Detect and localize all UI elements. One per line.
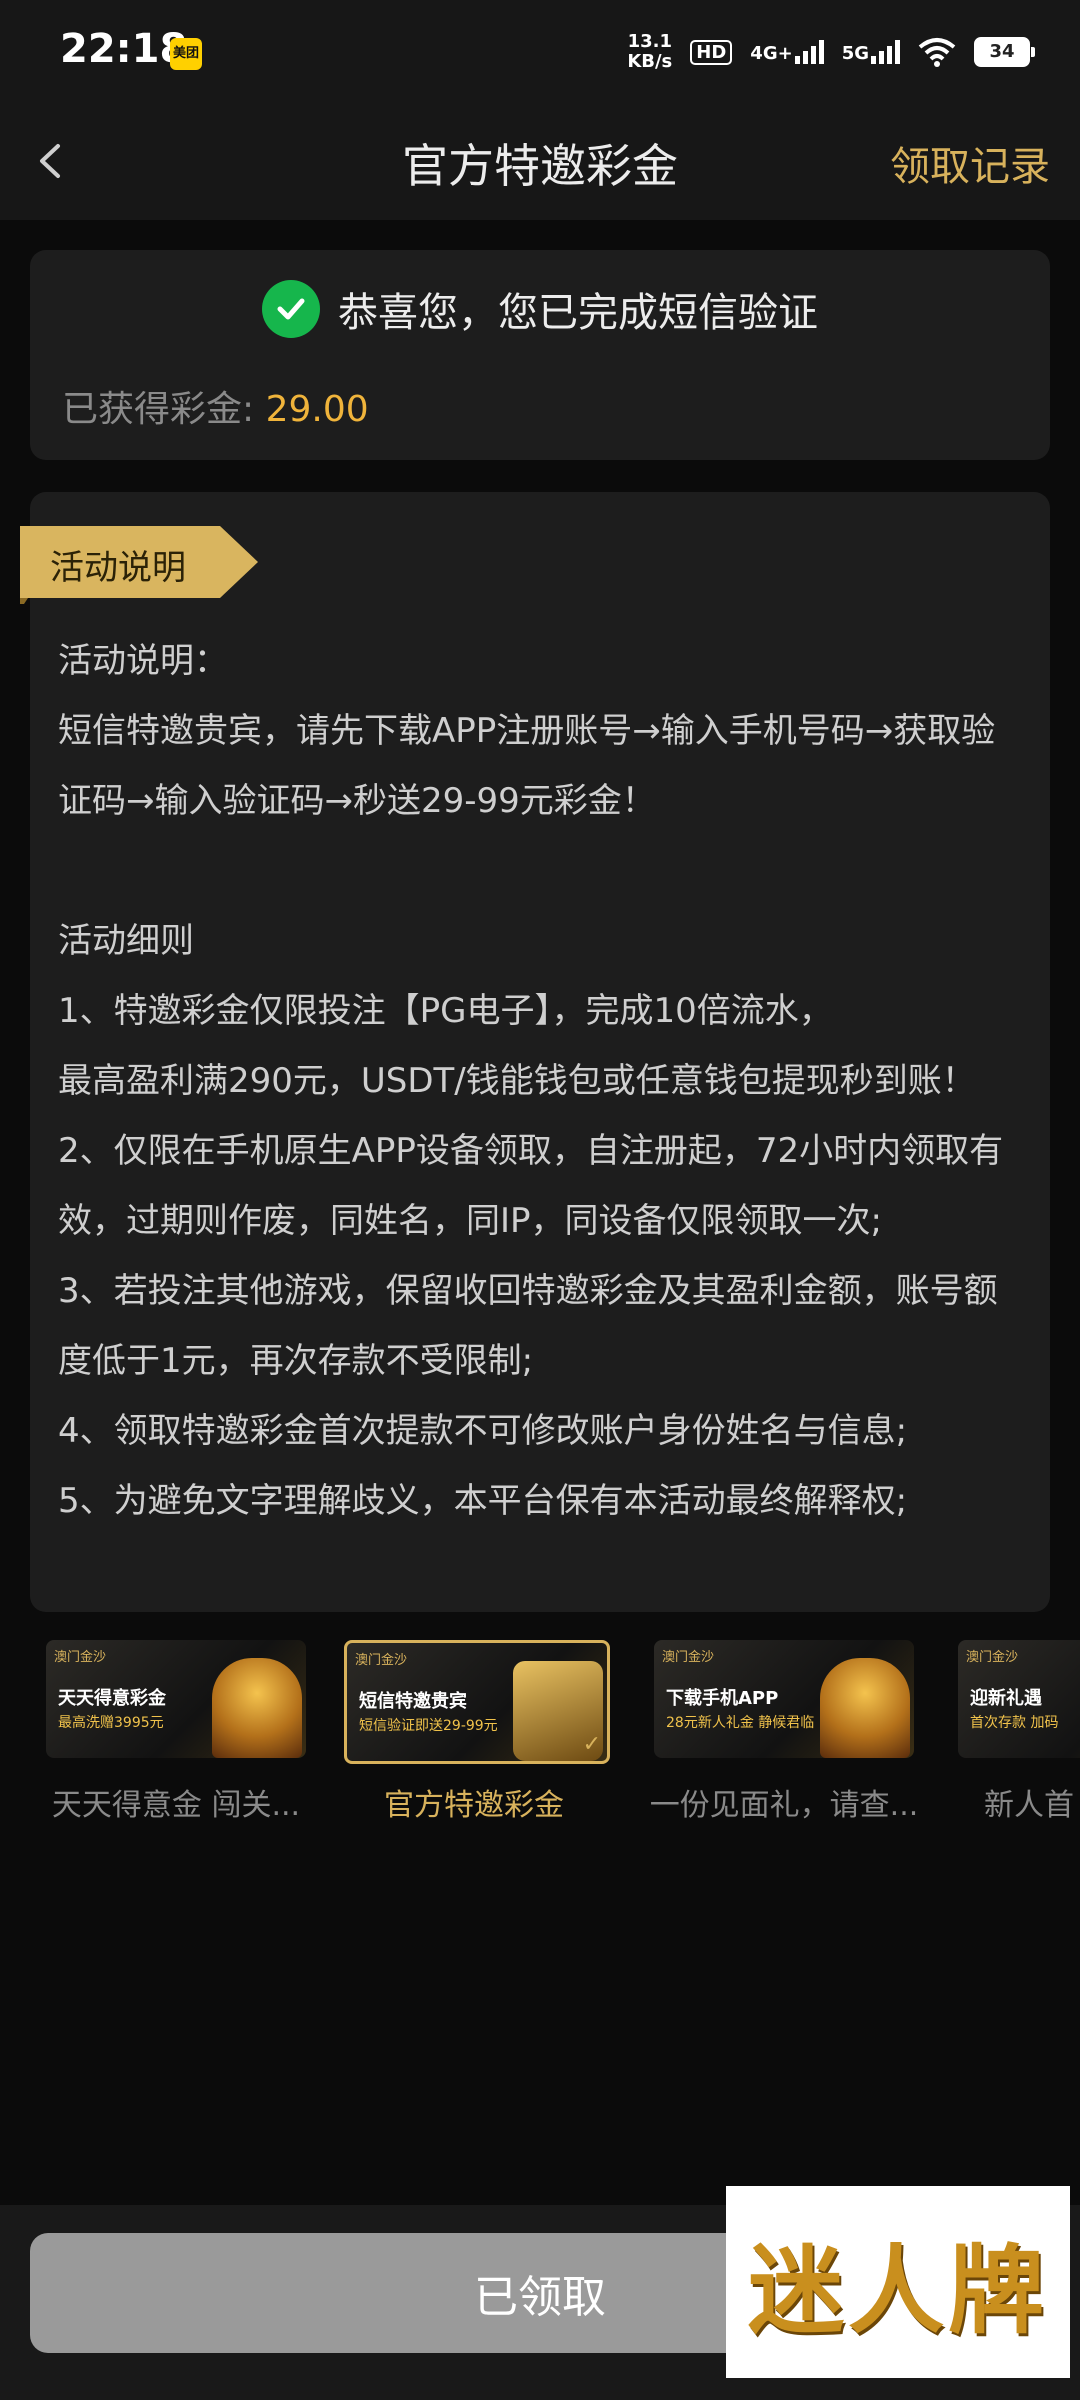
desc-line: 活动说明： bbox=[58, 641, 228, 681]
banner-caption-selected[interactable]: 官方特邀彩金 bbox=[334, 1780, 614, 1824]
meituan-icon: 美团 bbox=[170, 38, 202, 70]
promo-banner-new-user[interactable]: 澳门金沙 迎新礼遇 首次存款 加码 bbox=[958, 1640, 1080, 1758]
desc-line: 1、特邀彩金仅限投注【PG电子】，完成10倍流水， bbox=[58, 991, 833, 1031]
net-speed: 13.1 KB/s bbox=[627, 31, 673, 72]
earned-bonus: 已获得彩金: 29.00 bbox=[62, 380, 369, 432]
desc-line bbox=[58, 836, 1018, 906]
ribbon-label: 活动说明 bbox=[50, 548, 186, 588]
nav-header: 官方特邀彩金 领取记录 bbox=[0, 100, 1080, 220]
earned-amount: 29.00 bbox=[265, 389, 369, 430]
banner-caption[interactable]: 新人首 bbox=[984, 1780, 1080, 1824]
watermark-logo: 迷人牌 bbox=[726, 2186, 1070, 2378]
promo-banner-sms-vip[interactable]: 澳门金沙 短信特邀贵宾 短信验证即送29-99元 ✓ bbox=[344, 1640, 610, 1764]
activity-ribbon: 活动说明 bbox=[20, 520, 260, 604]
promo-banner-daily[interactable]: 澳门金沙 天天得意彩金 最高洗赠3995元 bbox=[46, 1640, 306, 1758]
banner-caption[interactable]: 天天得意金 闯关... bbox=[36, 1780, 316, 1824]
status-time: 22:18 bbox=[60, 26, 188, 72]
desc-line: 活动细则 bbox=[58, 921, 194, 961]
verification-success-card: 恭喜您，您已完成短信验证 已获得彩金: 29.00 bbox=[30, 250, 1050, 460]
status-indicators: 13.1 KB/s HD 4G+ 5G 34 bbox=[627, 30, 1035, 74]
wifi-icon bbox=[918, 38, 956, 67]
pirate-treasure-image bbox=[820, 1658, 910, 1758]
desc-line: 2、仅限在手机原生APP设备领取，自注册起，72小时内领取有效，过期则作废，同姓… bbox=[58, 1131, 1004, 1241]
success-message: 恭喜您，您已完成短信验证 bbox=[338, 290, 818, 336]
desc-line: 4、领取特邀彩金首次提款不可修改账户身份姓名与信息; bbox=[58, 1411, 908, 1451]
activity-description-text: 活动说明： 短信特邀贵宾，请先下载APP注册账号→输入手机号码→获取验证码→输入… bbox=[58, 626, 1018, 1536]
banner-caption[interactable]: 一份见面礼，请查... bbox=[644, 1780, 924, 1824]
promo-banner-download-app[interactable]: 澳门金沙 下载手机APP 28元新人礼金 静候君临 bbox=[654, 1640, 914, 1758]
promotion-carousel: 澳门金沙 天天得意彩金 最高洗赠3995元 天天得意金 闯关... 澳门金沙 短… bbox=[0, 1630, 1080, 1830]
selected-check-icon: ✓ bbox=[582, 1732, 601, 1757]
signal-5g-icon: 5G bbox=[842, 40, 900, 64]
earned-label: 已获得彩金: bbox=[62, 389, 255, 430]
success-row: 恭喜您，您已完成短信验证 bbox=[30, 280, 1050, 338]
hd-icon: HD bbox=[690, 39, 733, 65]
check-circle-icon bbox=[262, 280, 320, 338]
desc-line: 短信特邀贵宾，请先下载APP注册账号→输入手机号码→获取验证码→输入验证码→秒送… bbox=[58, 711, 996, 821]
desc-line: 3、若投注其他游戏，保留收回特邀彩金及其盈利金额，账号额度低于1元，再次存款不受… bbox=[58, 1271, 998, 1381]
desc-line: 最高盈利满290元，USDT/钱能钱包或任意钱包提现秒到账！ bbox=[58, 1061, 976, 1101]
battery-icon: 34 bbox=[974, 37, 1035, 67]
status-bar: 22:18 美团 13.1 KB/s HD 4G+ 5G 34 bbox=[0, 0, 1080, 100]
desc-line: 5、为避免文字理解歧义，本平台保有本活动最终解释权; bbox=[58, 1481, 908, 1521]
signal-4g-icon: 4G+ bbox=[750, 40, 824, 64]
fortune-god-image bbox=[212, 1658, 302, 1758]
claim-records-link[interactable]: 领取记录 bbox=[890, 134, 1050, 192]
